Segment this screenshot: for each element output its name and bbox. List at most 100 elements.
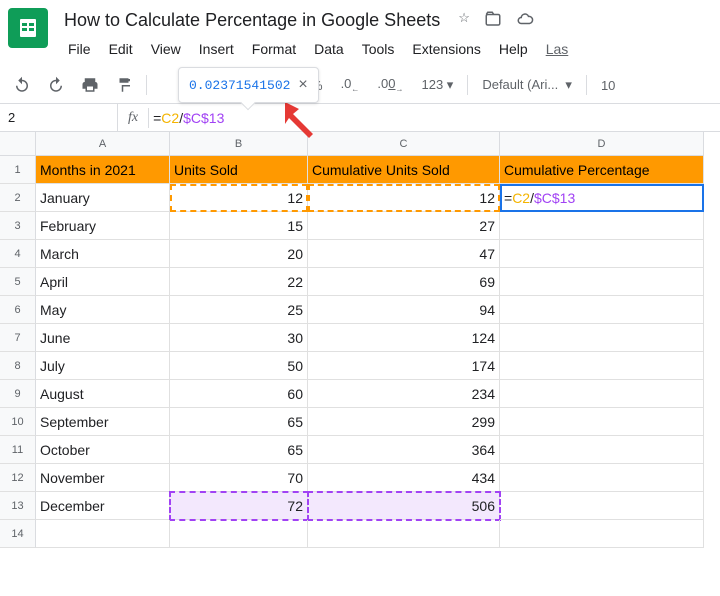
font-select[interactable]: Default (Ari... ▾ <box>478 75 576 95</box>
cell[interactable]: 47 <box>308 240 500 268</box>
cell[interactable]: 72 <box>170 492 308 520</box>
close-icon[interactable]: × <box>298 76 307 94</box>
cell[interactable] <box>500 240 704 268</box>
cell[interactable]: 94 <box>308 296 500 324</box>
cell[interactable]: 12 <box>308 184 500 212</box>
menu-data[interactable]: Data <box>306 37 352 61</box>
paint-format-icon[interactable] <box>112 73 136 97</box>
cell[interactable]: 22 <box>170 268 308 296</box>
cell[interactable] <box>500 520 704 548</box>
menu-view[interactable]: View <box>143 37 189 61</box>
formula-bar[interactable]: =C2/$C$13 <box>149 110 720 126</box>
cell[interactable]: February <box>36 212 170 240</box>
decrease-decimal[interactable]: .0← <box>337 74 364 96</box>
cell[interactable] <box>500 408 704 436</box>
menu-lastedit[interactable]: Las <box>538 37 577 61</box>
cell[interactable] <box>500 268 704 296</box>
cell[interactable] <box>308 520 500 548</box>
cell[interactable]: 174 <box>308 352 500 380</box>
cell[interactable]: March <box>36 240 170 268</box>
name-box[interactable]: 2 <box>0 104 118 131</box>
cell[interactable]: June <box>36 324 170 352</box>
row-header[interactable]: 3 <box>0 212 36 240</box>
cell[interactable]: 50 <box>170 352 308 380</box>
cell[interactable]: 15 <box>170 212 308 240</box>
cell[interactable]: 70 <box>170 464 308 492</box>
increase-decimal[interactable]: .00→ <box>373 74 407 96</box>
row-header[interactable]: 5 <box>0 268 36 296</box>
menu-extensions[interactable]: Extensions <box>404 37 488 61</box>
cell[interactable]: January <box>36 184 170 212</box>
cell[interactable] <box>500 324 704 352</box>
row-header[interactable]: 10 <box>0 408 36 436</box>
cell[interactable]: 20 <box>170 240 308 268</box>
cell[interactable]: October <box>36 436 170 464</box>
active-cell[interactable]: =C2/$C$13 <box>500 184 704 212</box>
cell[interactable]: April <box>36 268 170 296</box>
header-cell[interactable]: Units Sold <box>170 156 308 184</box>
cell[interactable]: 299 <box>308 408 500 436</box>
print-icon[interactable] <box>78 73 102 97</box>
cell[interactable]: December <box>36 492 170 520</box>
cell[interactable] <box>36 520 170 548</box>
doc-title[interactable]: How to Calculate Percentage in Google Sh… <box>60 8 444 33</box>
col-header[interactable]: D <box>500 132 704 156</box>
menu-edit[interactable]: Edit <box>101 37 141 61</box>
col-header[interactable]: A <box>36 132 170 156</box>
cell[interactable] <box>500 436 704 464</box>
row-header[interactable]: 12 <box>0 464 36 492</box>
menu-insert[interactable]: Insert <box>191 37 242 61</box>
row-header[interactable]: 9 <box>0 380 36 408</box>
more-formats[interactable]: 123 ▾ <box>417 75 457 95</box>
cell[interactable]: 506 <box>308 492 500 520</box>
font-size[interactable]: 10 <box>597 76 619 95</box>
header-cell[interactable]: Months in 2021 <box>36 156 170 184</box>
cell[interactable] <box>170 520 308 548</box>
cell[interactable]: September <box>36 408 170 436</box>
select-all-corner[interactable] <box>0 132 36 156</box>
row-header[interactable]: 8 <box>0 352 36 380</box>
cell[interactable] <box>500 492 704 520</box>
row-header[interactable]: 2 <box>0 184 36 212</box>
cell[interactable]: 65 <box>170 436 308 464</box>
cell[interactable]: November <box>36 464 170 492</box>
cell[interactable]: 12 <box>170 184 308 212</box>
cell[interactable]: 69 <box>308 268 500 296</box>
cell[interactable]: 30 <box>170 324 308 352</box>
cell[interactable]: 25 <box>170 296 308 324</box>
cell[interactable] <box>500 464 704 492</box>
menu-tools[interactable]: Tools <box>354 37 403 61</box>
cell[interactable]: July <box>36 352 170 380</box>
cell[interactable] <box>500 352 704 380</box>
row-header[interactable]: 13 <box>0 492 36 520</box>
menu-help[interactable]: Help <box>491 37 536 61</box>
undo-icon[interactable] <box>10 73 34 97</box>
col-header[interactable]: C <box>308 132 500 156</box>
cell[interactable]: 434 <box>308 464 500 492</box>
cell[interactable]: 234 <box>308 380 500 408</box>
cell[interactable]: 65 <box>170 408 308 436</box>
move-icon[interactable] <box>484 10 502 31</box>
cell[interactable] <box>500 212 704 240</box>
cell[interactable]: 60 <box>170 380 308 408</box>
star-icon[interactable]: ☆ <box>458 10 470 31</box>
cell[interactable]: 124 <box>308 324 500 352</box>
menu-file[interactable]: File <box>60 37 99 61</box>
sheets-logo[interactable] <box>8 8 48 48</box>
cell[interactable]: May <box>36 296 170 324</box>
cell[interactable]: 27 <box>308 212 500 240</box>
cell[interactable]: August <box>36 380 170 408</box>
row-header[interactable]: 11 <box>0 436 36 464</box>
redo-icon[interactable] <box>44 73 68 97</box>
row-header[interactable]: 4 <box>0 240 36 268</box>
row-header[interactable]: 14 <box>0 520 36 548</box>
cloud-icon[interactable] <box>516 10 534 31</box>
row-header[interactable]: 1 <box>0 156 36 184</box>
row-header[interactable]: 7 <box>0 324 36 352</box>
cell[interactable] <box>500 380 704 408</box>
header-cell[interactable]: Cumulative Units Sold <box>308 156 500 184</box>
row-header[interactable]: 6 <box>0 296 36 324</box>
cell[interactable] <box>500 296 704 324</box>
header-cell[interactable]: Cumulative Percentage <box>500 156 704 184</box>
cell[interactable]: 364 <box>308 436 500 464</box>
